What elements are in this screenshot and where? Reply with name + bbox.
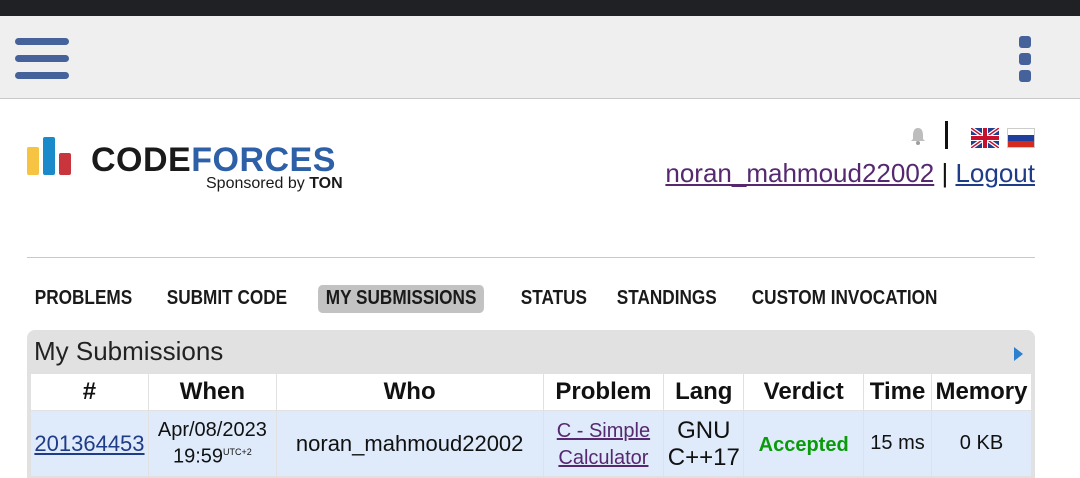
problem-link[interactable]: C - Simple Calculator <box>557 420 650 469</box>
codeforces-logo[interactable]: CODEFORCES Sponsored by TON <box>27 135 367 195</box>
submissions-table: # When Who Problem Lang Verdict Time Mem… <box>30 373 1033 477</box>
submission-id-cell: 201364453 <box>30 410 149 477</box>
submissions-panel: My Submissions # When Who Problem Lang V… <box>27 330 1035 478</box>
menu-item-standings[interactable]: STANDINGS <box>609 285 725 313</box>
submission-date: Apr/08/2023 <box>157 419 267 442</box>
column-header-time[interactable]: Time <box>863 373 932 411</box>
panel-title: My Submissions <box>34 336 224 366</box>
column-header-problem[interactable]: Problem <box>542 373 665 411</box>
menu-item-custom-invocation[interactable]: CUSTOM INVOCATION <box>744 285 945 313</box>
timezone-label: UTC+2 <box>223 447 252 458</box>
header-divider <box>945 121 948 149</box>
column-header-verdict[interactable]: Verdict <box>743 373 865 411</box>
menu-item-my-submissions[interactable]: MY SUBMISSIONS <box>318 285 485 313</box>
english-flag-icon[interactable] <box>971 128 999 148</box>
submission-time-cell: 15 ms <box>863 410 932 477</box>
submission-id-link[interactable]: 201364453 <box>34 431 144 456</box>
user-separator: | <box>934 158 956 188</box>
submission-who-cell: noran_mahmoud22002 <box>275 410 544 477</box>
menu-item-status[interactable]: STATUS <box>513 285 595 313</box>
user-links: noran_mahmoud22002 | Logout <box>665 158 1035 189</box>
header-divider-line <box>27 257 1035 258</box>
column-header-id[interactable]: # <box>30 373 149 411</box>
logout-link[interactable]: Logout <box>955 158 1035 188</box>
table-row: 201364453 Apr/08/2023 19:59UTC+2 noran_m… <box>30 410 1033 477</box>
more-options-icon[interactable] <box>1018 36 1032 82</box>
table-header-row: # When Who Problem Lang Verdict Time Mem… <box>30 373 1033 411</box>
main-menu: PROBLEMS SUBMIT CODE MY SUBMISSIONS STATUS S… <box>27 285 979 315</box>
russian-flag-icon[interactable] <box>1007 128 1035 148</box>
verdict-accepted[interactable]: Accepted <box>759 434 849 456</box>
column-header-lang[interactable]: Lang <box>663 373 745 411</box>
column-header-who[interactable]: Who <box>275 373 544 411</box>
submission-memory-cell: 0 KB <box>930 410 1033 477</box>
bell-icon[interactable] <box>908 126 928 146</box>
submission-problem-cell: C - Simple Calculator <box>542 410 665 477</box>
column-header-when[interactable]: When <box>147 373 277 411</box>
arrow-right-icon[interactable] <box>1014 347 1023 361</box>
menu-item-submit-code[interactable]: SUBMIT CODE <box>159 285 295 313</box>
top-bar <box>0 16 1080 99</box>
submission-when-cell: Apr/08/2023 19:59UTC+2 <box>147 410 277 477</box>
logo-bars-icon <box>27 135 77 175</box>
column-header-memory[interactable]: Memory <box>930 373 1033 411</box>
menu-item-problems[interactable]: PROBLEMS <box>27 285 140 313</box>
system-status-bar <box>0 0 1080 16</box>
submission-lang-cell: GNU C++17 <box>663 410 745 477</box>
logo-sponsor: Sponsored by TON <box>206 175 343 192</box>
submission-verdict-cell[interactable]: Accepted <box>743 410 865 477</box>
user-handle-link[interactable]: noran_mahmoud22002 <box>665 158 934 188</box>
submission-time: 19:59 <box>172 445 224 468</box>
hamburger-menu-icon[interactable] <box>15 38 69 80</box>
